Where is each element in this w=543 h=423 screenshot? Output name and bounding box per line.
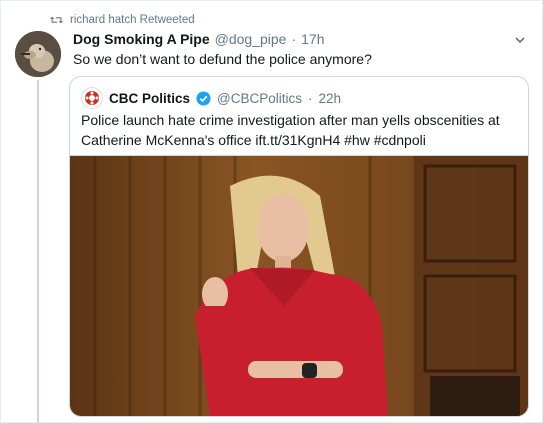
verified-badge-icon <box>196 90 211 106</box>
quoted-handle[interactable]: @CBCPolitics <box>217 91 302 106</box>
quoted-time-separator: · <box>307 90 313 106</box>
tweet-header: Dog Smoking A Pipe @dog_pipe · 17h <box>73 31 325 47</box>
author-name[interactable]: Dog Smoking A Pipe <box>73 31 210 47</box>
retweet-context[interactable]: richard hatch Retweeted <box>50 13 195 27</box>
chevron-down-icon[interactable] <box>513 33 527 47</box>
quoted-header: CBC Politics @CBCPolitics · 22h <box>81 87 341 109</box>
retweet-label: richard hatch Retweeted <box>70 14 195 26</box>
retweet-icon <box>50 16 63 24</box>
author-handle[interactable]: @dog_pipe <box>215 31 287 47</box>
tweet-text: So we don’t want to defund the police an… <box>73 51 372 67</box>
cbc-logo-icon[interactable] <box>81 87 103 109</box>
thread-line <box>37 80 39 423</box>
quoted-media-image[interactable] <box>70 155 528 416</box>
avatar[interactable] <box>15 31 61 77</box>
quoted-tweet[interactable]: CBC Politics @CBCPolitics · 22h Police l… <box>69 76 529 417</box>
quoted-text: Police launch hate crime investigation a… <box>81 112 500 148</box>
quoted-time[interactable]: 22h <box>318 91 341 106</box>
quoted-author-name[interactable]: CBC Politics <box>109 91 190 106</box>
time-separator: · <box>291 31 297 47</box>
tweet-time[interactable]: 17h <box>301 31 324 47</box>
